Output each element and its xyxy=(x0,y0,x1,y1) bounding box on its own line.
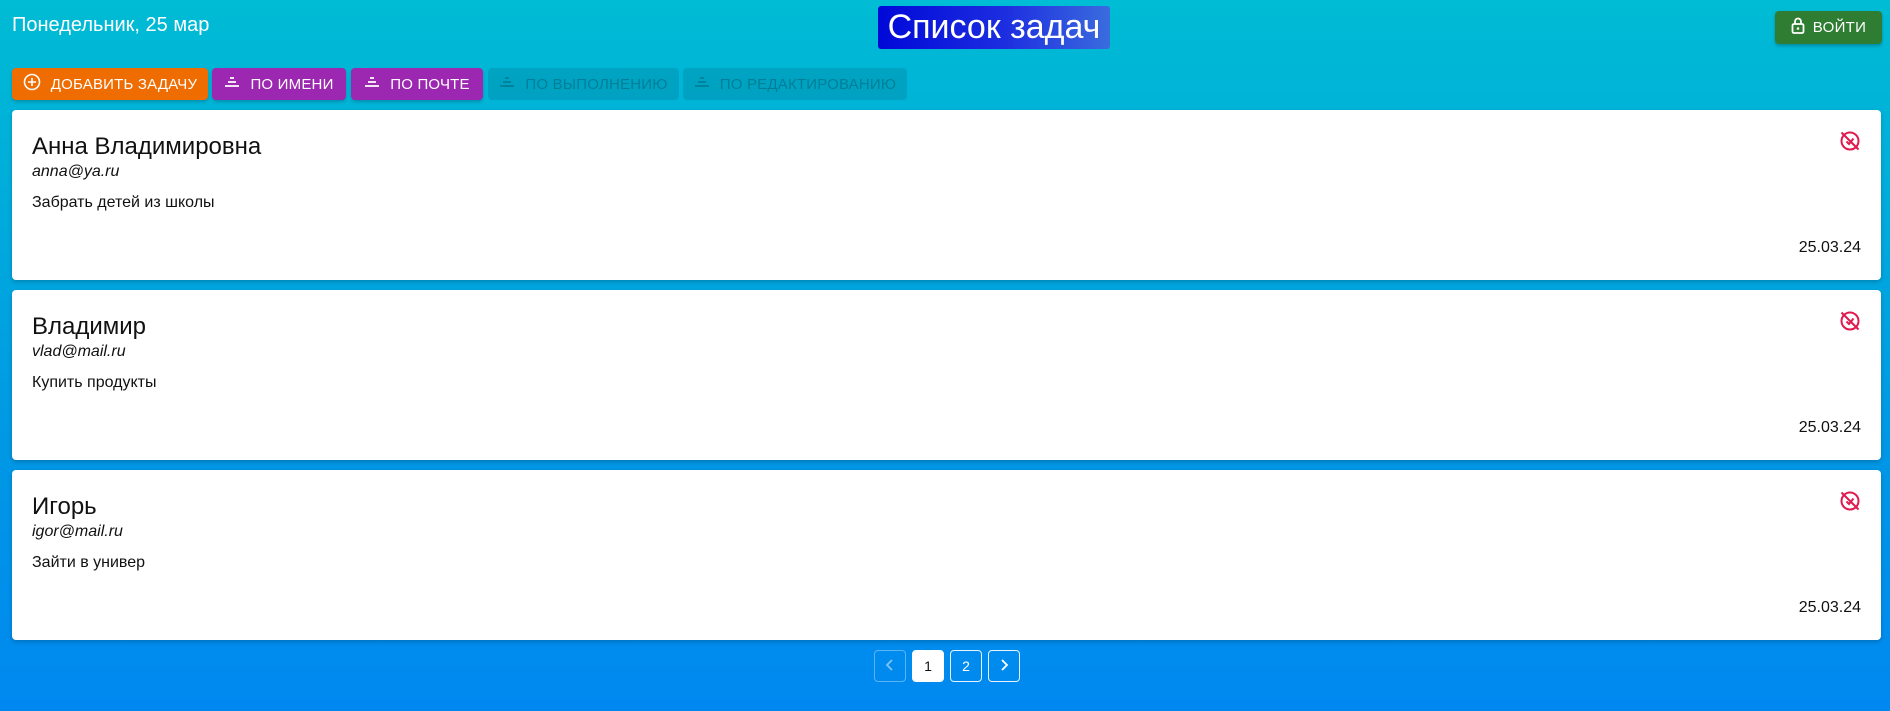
sort-icon xyxy=(694,75,710,93)
chevron-right-icon xyxy=(999,658,1009,674)
sort-by-done-label: ПО ВЫПОЛНЕНИЮ xyxy=(525,75,668,93)
sort-icon xyxy=(224,75,240,93)
sort-by-email-button[interactable]: ПО ПОЧТЕ xyxy=(351,68,483,100)
task-author-email: igor@mail.ru xyxy=(32,523,123,540)
add-task-button[interactable]: ДОБАВИТЬ ЗАДАЧУ xyxy=(12,68,208,100)
not-done-icon[interactable] xyxy=(1839,130,1861,152)
task-card: Владимир vlad@mail.ru Купить продукты 25… xyxy=(12,290,1881,460)
sort-by-email-label: ПО ПОЧТЕ xyxy=(390,75,470,93)
not-done-icon[interactable] xyxy=(1839,490,1861,512)
task-date: 25.03.24 xyxy=(1798,599,1861,616)
task-author-email: anna@ya.ru xyxy=(32,163,120,180)
next-page-button[interactable] xyxy=(988,650,1020,682)
sort-by-edited-button[interactable]: ПО РЕДАКТИРОВАНИЮ xyxy=(683,68,907,100)
current-date: Понедельник, 25 мар xyxy=(12,14,210,36)
prev-page-button[interactable] xyxy=(874,650,906,682)
task-author-name: Игорь xyxy=(32,493,97,520)
page-button-1[interactable]: 1 xyxy=(912,650,944,682)
app-header: Понедельник, 25 мар Список задач ВОЙТИ xyxy=(0,0,1890,60)
sort-by-edited-label: ПО РЕДАКТИРОВАНИЮ xyxy=(719,75,897,93)
task-card: Анна Владимировна anna@ya.ru Забрать дет… xyxy=(12,110,1881,280)
task-text: Забрать детей из школы xyxy=(32,194,215,211)
page-button-2[interactable]: 2 xyxy=(950,650,982,682)
page-title: Список задач xyxy=(878,6,1110,49)
add-circle-icon xyxy=(23,73,41,95)
task-author-email: vlad@mail.ru xyxy=(32,343,126,360)
add-task-label: ДОБАВИТЬ ЗАДАЧУ xyxy=(50,75,198,93)
task-author-name: Владимир xyxy=(32,313,147,340)
chevron-left-icon xyxy=(885,658,895,674)
sort-by-done-button[interactable]: ПО ВЫПОЛНЕНИЮ xyxy=(488,68,679,100)
sort-icon xyxy=(499,75,515,93)
task-date: 25.03.24 xyxy=(1798,419,1861,436)
not-done-icon[interactable] xyxy=(1839,310,1861,332)
sort-icon xyxy=(364,75,380,93)
login-label: ВОЙТИ xyxy=(1812,19,1867,36)
lock-icon xyxy=(1791,17,1805,38)
task-date: 25.03.24 xyxy=(1798,239,1861,256)
task-card: Игорь igor@mail.ru Зайти в универ 25.03.… xyxy=(12,470,1881,640)
sort-by-name-button[interactable]: ПО ИМЕНИ xyxy=(212,68,346,100)
sort-by-name-label: ПО ИМЕНИ xyxy=(250,75,334,93)
task-text: Зайти в универ xyxy=(32,554,146,571)
task-author-name: Анна Владимировна xyxy=(32,133,262,160)
task-text: Купить продукты xyxy=(32,374,157,391)
login-button[interactable]: ВОЙТИ xyxy=(1775,11,1882,44)
